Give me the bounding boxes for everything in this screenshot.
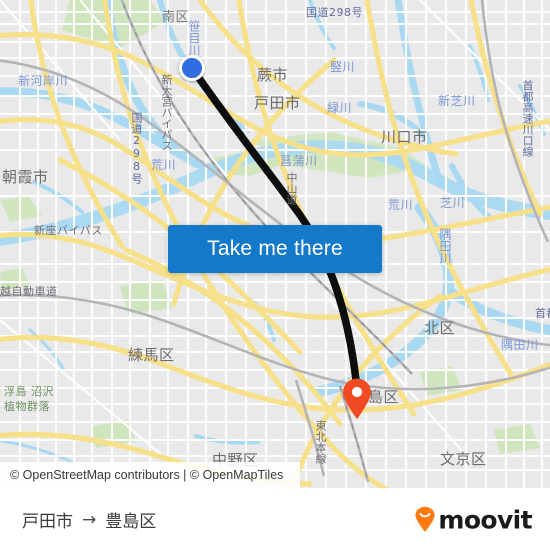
take-me-there-button[interactable]: Take me there [168,225,382,273]
map-pin-icon [343,378,371,419]
route-destination-marker[interactable] [341,378,373,420]
map-attribution[interactable]: © OpenStreetMap contributors | © OpenMap… [0,462,300,488]
route-start-marker[interactable] [179,55,205,81]
attribution-text[interactable]: © OpenStreetMap contributors | © OpenMap… [10,468,283,482]
moovit-wordmark: moovit [438,505,532,534]
route-destination[interactable]: 豊島区 [105,507,156,532]
route-summary: 戸田市 → 豊島区 [22,507,156,533]
route-origin[interactable]: 戸田市 [22,507,73,532]
moovit-pin-icon [415,506,435,532]
moovit-logo[interactable]: moovit [414,505,533,534]
map-canvas[interactable]: 南区 笹目川 国道298号 蕨市 竪川 新芝川 首都高速川口線 戸田市 緑川 川口市 新河岸川 国道2… [0,0,550,488]
arrow-right-icon: → [82,509,97,530]
page-footer: 戸田市 → 豊島区 moovit [0,488,550,550]
map-screenshot: 南区 笹目川 国道298号 蕨市 竪川 新芝川 首都高速川口線 戸田市 緑川 川口市 新河岸川 国道2… [0,0,550,550]
